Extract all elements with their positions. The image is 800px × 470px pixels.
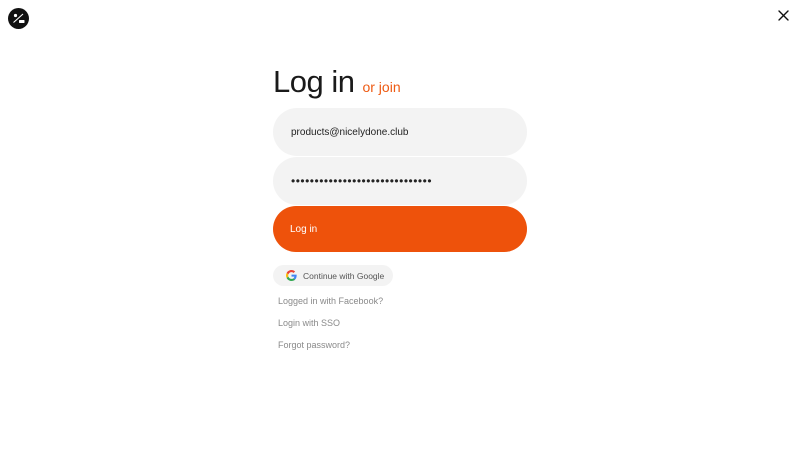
login-panel: Log in or join products@nicelydone.club … (273, 64, 527, 351)
password-field[interactable]: •••••••••••••••••••••••••••••• (273, 157, 527, 205)
close-button[interactable] (774, 6, 792, 24)
email-field[interactable]: products@nicelydone.club (273, 108, 527, 156)
logo-icon[interactable] (8, 8, 29, 29)
continue-with-google-button[interactable]: Continue with Google (273, 265, 394, 286)
password-value: •••••••••••••••••••••••••••••• (291, 174, 433, 188)
close-icon (777, 9, 789, 21)
google-icon (286, 270, 297, 281)
sso-login-link[interactable]: Login with SSO (278, 317, 527, 329)
facebook-login-link[interactable]: Logged in with Facebook? (278, 295, 527, 307)
join-link[interactable]: or join (362, 79, 400, 95)
forgot-password-link[interactable]: Forgot password? (278, 339, 527, 351)
login-page: Log in or join products@nicelydone.club … (0, 0, 800, 470)
login-button-label: Log in (290, 223, 318, 235)
login-button[interactable]: Log in (273, 206, 527, 252)
email-value: products@nicelydone.club (291, 126, 409, 138)
google-button-label: Continue with Google (303, 270, 385, 281)
heading-row: Log in or join (273, 64, 527, 104)
logo-mark (13, 13, 25, 23)
page-title: Log in (273, 64, 355, 99)
